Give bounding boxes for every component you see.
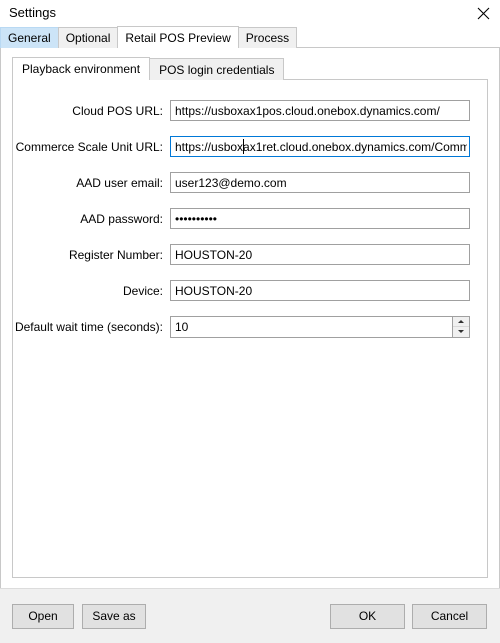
inner-tab-control: Playback environment POS login credentia… (12, 57, 488, 578)
default-wait-time-stepper (170, 315, 470, 338)
close-icon[interactable] (466, 0, 500, 26)
tab-retail-pos-preview-label: Retail POS Preview (125, 31, 231, 45)
default-wait-time-label: Default wait time (seconds): (14, 319, 163, 334)
cloud-pos-url-label: Cloud POS URL: (72, 103, 163, 118)
aad-user-email-input[interactable] (170, 172, 470, 193)
default-wait-time-spin-buttons (452, 316, 469, 337)
aad-password-input[interactable] (170, 208, 470, 229)
tab-pos-login-credentials[interactable]: POS login credentials (149, 58, 285, 80)
default-wait-time-input[interactable] (170, 315, 470, 338)
tab-pos-login-credentials-label: POS login credentials (159, 63, 275, 77)
window-title: Settings (9, 5, 56, 20)
register-number-label: Register Number: (68, 247, 163, 262)
device-label: Device: (122, 283, 163, 298)
commerce-scale-unit-url-input-wrap (170, 136, 470, 157)
tab-process-label: Process (245, 31, 290, 45)
outer-tab-strip: General Optional Retail POS Preview Proc… (0, 26, 500, 48)
text-cursor (243, 139, 244, 154)
settings-dialog: Settings General Optional Retail POS Pre… (0, 0, 500, 643)
device-input[interactable] (170, 280, 470, 301)
cloud-pos-url-input-wrap (170, 100, 470, 121)
chevron-down-icon[interactable] (453, 327, 469, 337)
inner-tab-strip: Playback environment POS login credentia… (12, 57, 488, 80)
tab-general-label: General (8, 31, 51, 45)
title-bar: Settings (0, 0, 500, 26)
aad-user-email-input-wrap (170, 172, 470, 193)
open-button[interactable]: Open (12, 604, 74, 629)
device-input-wrap (170, 280, 470, 301)
tab-retail-pos-preview[interactable]: Retail POS Preview (117, 26, 239, 48)
aad-password-input-wrap (170, 208, 470, 229)
commerce-scale-unit-url-label: Commerce Scale Unit URL: (15, 139, 163, 154)
chevron-up-icon[interactable] (453, 316, 469, 327)
field-row-aad-user-email: AAD user email: (13, 172, 487, 193)
tab-general[interactable]: General (0, 27, 59, 48)
commerce-scale-unit-url-input[interactable] (170, 136, 470, 157)
field-row-aad-password: AAD password: (13, 208, 487, 229)
field-row-default-wait-time: Default wait time (seconds): (13, 315, 487, 338)
tab-playback-environment[interactable]: Playback environment (12, 57, 151, 80)
tab-optional-label: Optional (65, 31, 111, 45)
tab-process[interactable]: Process (237, 27, 298, 48)
register-number-input[interactable] (170, 244, 470, 265)
dialog-footer: Open Save as OK Cancel (0, 588, 500, 643)
field-row-device: Device: (13, 280, 487, 301)
ok-button[interactable]: OK (330, 604, 405, 629)
tab-optional[interactable]: Optional (57, 27, 119, 48)
tab-page-retail-pos-preview: Playback environment POS login credentia… (0, 48, 500, 588)
aad-password-label: AAD password: (80, 211, 163, 226)
field-row-cloud-pos-url: Cloud POS URL: (13, 100, 487, 121)
cancel-button[interactable]: Cancel (412, 604, 487, 629)
inner-tab-panel: Cloud POS URL: Commerce Scale Unit URL: (12, 79, 488, 578)
field-row-commerce-scale-unit-url: Commerce Scale Unit URL: (13, 136, 487, 157)
save-as-button[interactable]: Save as (82, 604, 146, 629)
register-number-input-wrap (170, 244, 470, 265)
cloud-pos-url-input[interactable] (170, 100, 470, 121)
aad-user-email-label: AAD user email: (76, 175, 163, 190)
tab-playback-environment-label: Playback environment (22, 62, 141, 76)
playback-environment-form: Cloud POS URL: Commerce Scale Unit URL: (13, 80, 487, 352)
field-row-register-number: Register Number: (13, 244, 487, 265)
